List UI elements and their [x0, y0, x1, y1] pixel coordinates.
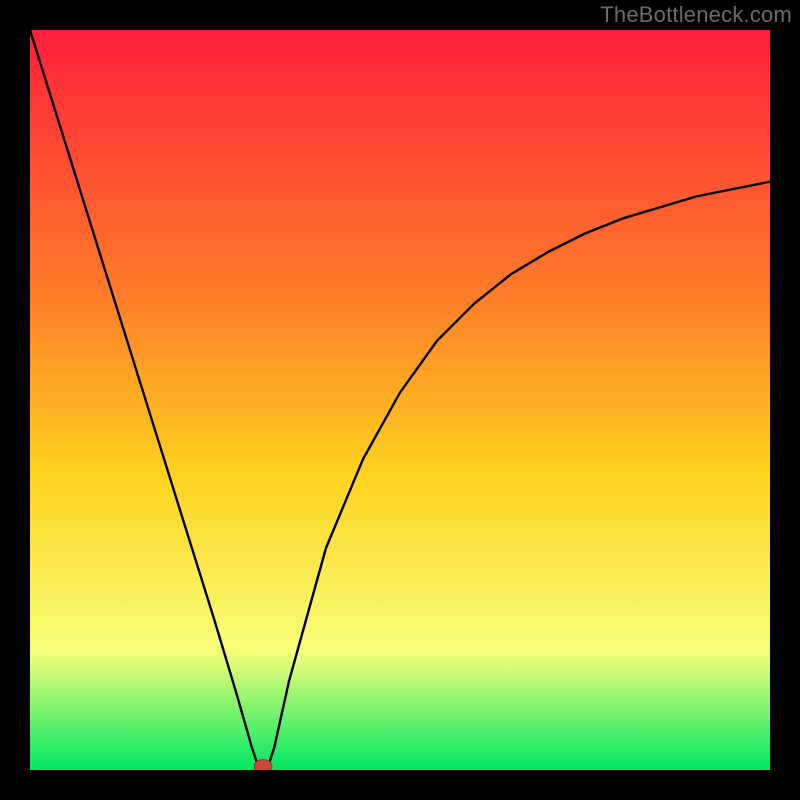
chart-frame: TheBottleneck.com — [0, 0, 800, 800]
plot-area — [30, 30, 770, 770]
optimal-point-marker — [254, 760, 272, 770]
chart-svg — [30, 30, 770, 770]
gradient-background — [30, 30, 770, 770]
watermark-text: TheBottleneck.com — [600, 2, 792, 28]
